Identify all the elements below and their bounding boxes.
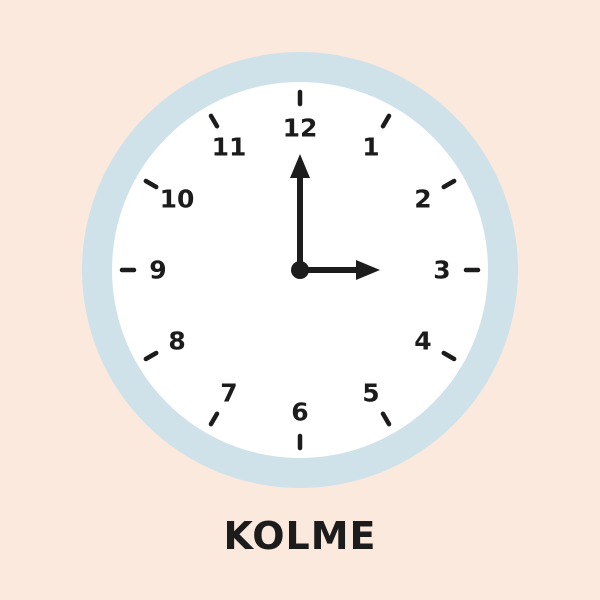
hour-numeral: 6 [291,398,308,427]
clock-illustration: 12 1 2 3 4 5 6 7 8 9 10 11 KOLME [0,0,600,600]
center-pin [291,261,309,279]
time-word-caption: KOLME [223,514,377,558]
hour-numeral: 8 [168,327,185,356]
analog-clock: 121234567891011 [82,52,518,488]
hour-numeral: 11 [212,133,247,162]
hour-numeral: 5 [362,378,379,407]
hour-numeral: 1 [362,133,379,162]
hour-numeral: 2 [414,185,431,214]
hour-numeral: 4 [414,327,431,356]
hour-numeral: 12 [283,114,318,143]
hour-numeral: 10 [160,185,195,214]
hour-numeral: 9 [149,256,166,285]
hour-numeral: 7 [220,378,237,407]
hour-numeral: 3 [433,256,450,285]
